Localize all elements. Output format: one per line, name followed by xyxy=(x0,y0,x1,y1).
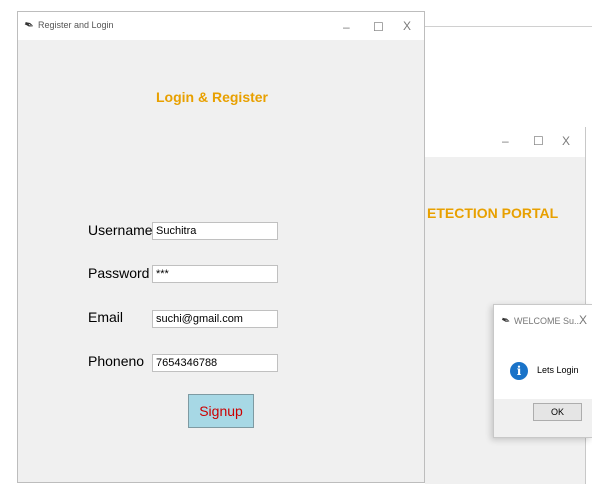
email-input[interactable]: suchi@gmail.com xyxy=(152,310,278,328)
feather-icon: ✒ xyxy=(21,16,37,34)
dialog-message: Lets Login xyxy=(537,365,579,375)
welcome-dialog: ✒ WELCOME Su... X i Lets Login OK xyxy=(493,304,592,438)
back-minimize-button[interactable]: – xyxy=(502,134,509,148)
back-close-button[interactable]: X xyxy=(562,134,570,148)
signup-button[interactable]: Signup xyxy=(188,394,254,428)
back-maximize-button[interactable]: ☐ xyxy=(533,134,544,148)
back-window-top-border xyxy=(425,26,592,27)
ok-button[interactable]: OK xyxy=(533,403,582,421)
email-label: Email xyxy=(88,309,124,325)
maximize-button[interactable]: ☐ xyxy=(373,20,384,34)
password-label: Password xyxy=(88,265,150,281)
password-input[interactable]: *** xyxy=(152,265,278,283)
close-button[interactable]: X xyxy=(403,19,411,33)
info-icon: i xyxy=(510,362,528,380)
dialog-close-button[interactable]: X xyxy=(579,313,587,327)
main-window-titlebar: ✒ Register and Login – ☐ X xyxy=(18,12,424,40)
username-label: Username xyxy=(88,222,153,238)
dialog-feather-icon: ✒ xyxy=(499,313,512,329)
phoneno-label: Phoneno xyxy=(88,353,145,369)
register-login-window: ✒ Register and Login – ☐ X Login & Regis… xyxy=(17,11,425,483)
back-window-titlebar: – ☐ X xyxy=(425,127,585,157)
minimize-button[interactable]: – xyxy=(343,20,350,34)
dialog-footer: OK xyxy=(494,399,592,437)
phoneno-input[interactable]: 7654346788 xyxy=(152,354,278,372)
page-heading: Login & Register xyxy=(156,89,269,105)
window-title: Register and Login xyxy=(38,20,114,30)
back-window-heading: ETECTION PORTAL xyxy=(427,205,559,221)
username-input[interactable]: Suchitra xyxy=(152,222,278,240)
dialog-title: WELCOME Su... xyxy=(514,316,582,326)
